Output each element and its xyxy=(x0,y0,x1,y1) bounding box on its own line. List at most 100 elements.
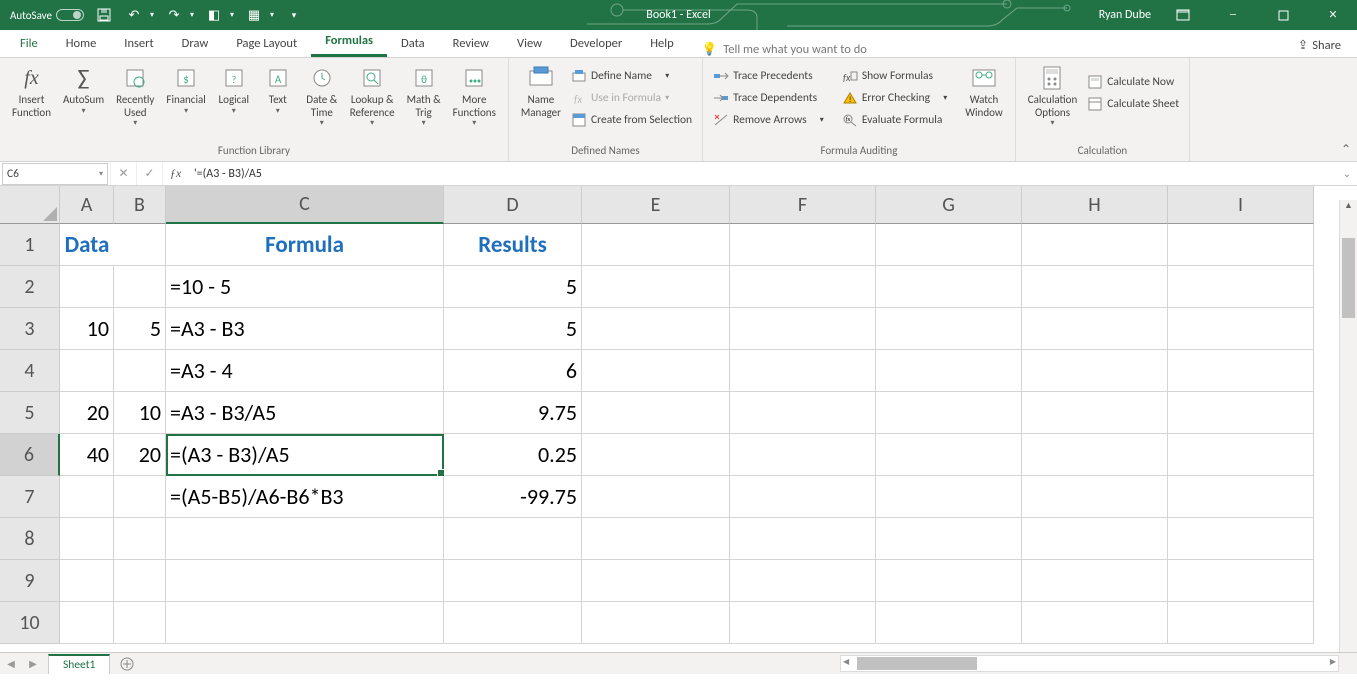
name-box[interactable]: C6 ▾ xyxy=(2,163,108,185)
cell-b10[interactable] xyxy=(114,602,166,644)
cell-a1[interactable]: Data xyxy=(60,224,114,266)
cell-f4[interactable] xyxy=(730,350,876,392)
col-header-h[interactable]: H xyxy=(1022,186,1168,224)
more-functions-button[interactable]: More Functions▾ xyxy=(447,62,502,130)
autosave-toggle[interactable]: AutoSave xyxy=(10,9,84,22)
cell-a4[interactable] xyxy=(60,350,114,392)
cell-c9[interactable] xyxy=(166,560,444,602)
error-checking-button[interactable]: !Error Checking ▾ xyxy=(838,88,951,108)
cell-i1[interactable] xyxy=(1168,224,1314,266)
cell-e5[interactable] xyxy=(582,392,730,434)
user-name[interactable]: Ryan Dube xyxy=(1099,8,1151,22)
cell-e6[interactable] xyxy=(582,434,730,476)
cell-i9[interactable] xyxy=(1168,560,1314,602)
calculate-sheet-button[interactable]: Calculate Sheet xyxy=(1083,94,1183,114)
undo-caret-icon[interactable]: ▾ xyxy=(150,10,154,20)
calculate-now-button[interactable]: Calculate Now xyxy=(1083,72,1183,92)
redo-caret-icon[interactable]: ▾ xyxy=(190,10,194,20)
ribbon-display-icon[interactable] xyxy=(1165,0,1201,30)
cancel-formula-icon[interactable]: ✕ xyxy=(110,163,136,185)
cell-i10[interactable] xyxy=(1168,602,1314,644)
insert-function-button[interactable]: fxInsert Function xyxy=(6,62,57,121)
date-time-button[interactable]: Date & Time▾ xyxy=(300,62,344,130)
cell-a8[interactable] xyxy=(60,518,114,560)
cell-h5[interactable] xyxy=(1022,392,1168,434)
cell-i4[interactable] xyxy=(1168,350,1314,392)
cell-h9[interactable] xyxy=(1022,560,1168,602)
cell-d10[interactable] xyxy=(444,602,582,644)
cell-b2[interactable] xyxy=(114,266,166,308)
cell-i8[interactable] xyxy=(1168,518,1314,560)
cell-g6[interactable] xyxy=(876,434,1022,476)
tab-developer[interactable]: Developer xyxy=(556,30,636,57)
tab-review[interactable]: Review xyxy=(439,30,503,57)
cell-c1[interactable]: Formula xyxy=(166,224,444,266)
cell-c2[interactable]: =10 - 5 xyxy=(166,266,444,308)
tab-page-layout[interactable]: Page Layout xyxy=(222,30,311,57)
cell-c10[interactable] xyxy=(166,602,444,644)
row-header-4[interactable]: 4 xyxy=(0,350,60,392)
col-header-d[interactable]: D xyxy=(444,186,582,224)
cell-g3[interactable] xyxy=(876,308,1022,350)
sheet-tab-1[interactable]: Sheet1 xyxy=(48,654,110,674)
cell-e10[interactable] xyxy=(582,602,730,644)
cell-f9[interactable] xyxy=(730,560,876,602)
cell-d3[interactable]: 5 xyxy=(444,308,582,350)
cell-g2[interactable] xyxy=(876,266,1022,308)
cell-e7[interactable] xyxy=(582,476,730,518)
tab-data[interactable]: Data xyxy=(387,30,439,57)
cell-b6[interactable]: 20 xyxy=(114,434,166,476)
row-header-9[interactable]: 9 xyxy=(0,560,60,602)
trace-precedents-button[interactable]: Trace Precedents xyxy=(709,66,828,86)
math-trig-button[interactable]: θMath & Trig▾ xyxy=(401,62,447,130)
cell-b9[interactable] xyxy=(114,560,166,602)
tab-formulas[interactable]: Formulas xyxy=(311,27,387,57)
enter-formula-icon[interactable]: ✓ xyxy=(136,163,162,185)
cell-a6[interactable]: 40 xyxy=(60,434,114,476)
cell-g1[interactable] xyxy=(876,224,1022,266)
cell-g4[interactable] xyxy=(876,350,1022,392)
evaluate-formula-button[interactable]: fxEvaluate Formula xyxy=(838,110,951,130)
tab-help[interactable]: Help xyxy=(636,30,687,57)
cell-b4[interactable] xyxy=(114,350,166,392)
tab-draw[interactable]: Draw xyxy=(168,30,223,57)
form-icon[interactable]: ▦ xyxy=(244,5,264,25)
cell-f10[interactable] xyxy=(730,602,876,644)
hscroll-left-icon[interactable]: ◀ xyxy=(843,657,849,667)
cell-d7[interactable]: -99.75 xyxy=(444,476,582,518)
row-header-5[interactable]: 5 xyxy=(0,392,60,434)
new-sheet-button[interactable] xyxy=(116,655,138,673)
scroll-up-icon[interactable]: ▲ xyxy=(1340,200,1357,216)
cell-f8[interactable] xyxy=(730,518,876,560)
minimize-icon[interactable]: ─ xyxy=(1215,0,1251,30)
row-header-8[interactable]: 8 xyxy=(0,518,60,560)
row-header-10[interactable]: 10 xyxy=(0,602,60,644)
cell-c8[interactable] xyxy=(166,518,444,560)
cell-b8[interactable] xyxy=(114,518,166,560)
tab-file[interactable]: File xyxy=(6,30,52,57)
show-formulas-button[interactable]: fxShow Formulas xyxy=(838,66,951,86)
cell-e9[interactable] xyxy=(582,560,730,602)
cell-c7[interactable]: =(A5-B5)/A6-B6*B3 xyxy=(166,476,444,518)
close-icon[interactable]: × xyxy=(1315,0,1351,30)
cell-a9[interactable] xyxy=(60,560,114,602)
define-name-button[interactable]: Define Name ▾ xyxy=(567,66,696,86)
cell-c5[interactable]: =A3 - B3/A5 xyxy=(166,392,444,434)
cell-f1[interactable] xyxy=(730,224,876,266)
cell-h2[interactable] xyxy=(1022,266,1168,308)
col-header-e[interactable]: E xyxy=(582,186,730,224)
row-header-3[interactable]: 3 xyxy=(0,308,60,350)
cell-a5[interactable]: 20 xyxy=(60,392,114,434)
calculation-options-button[interactable]: Calculation Options▾ xyxy=(1022,62,1084,130)
cell-h4[interactable] xyxy=(1022,350,1168,392)
logical-button[interactable]: ?Logical▾ xyxy=(212,62,256,118)
vertical-scrollbar[interactable]: ▲ ▼ xyxy=(1339,200,1357,666)
text-button[interactable]: AText▾ xyxy=(256,62,300,118)
col-header-c[interactable]: C xyxy=(166,186,444,224)
cell-h3[interactable] xyxy=(1022,308,1168,350)
cell-h7[interactable] xyxy=(1022,476,1168,518)
create-from-selection-button[interactable]: Create from Selection xyxy=(567,110,696,130)
vscroll-thumb[interactable] xyxy=(1342,238,1355,318)
cell-g8[interactable] xyxy=(876,518,1022,560)
trace-dependents-button[interactable]: Trace Dependents xyxy=(709,88,828,108)
